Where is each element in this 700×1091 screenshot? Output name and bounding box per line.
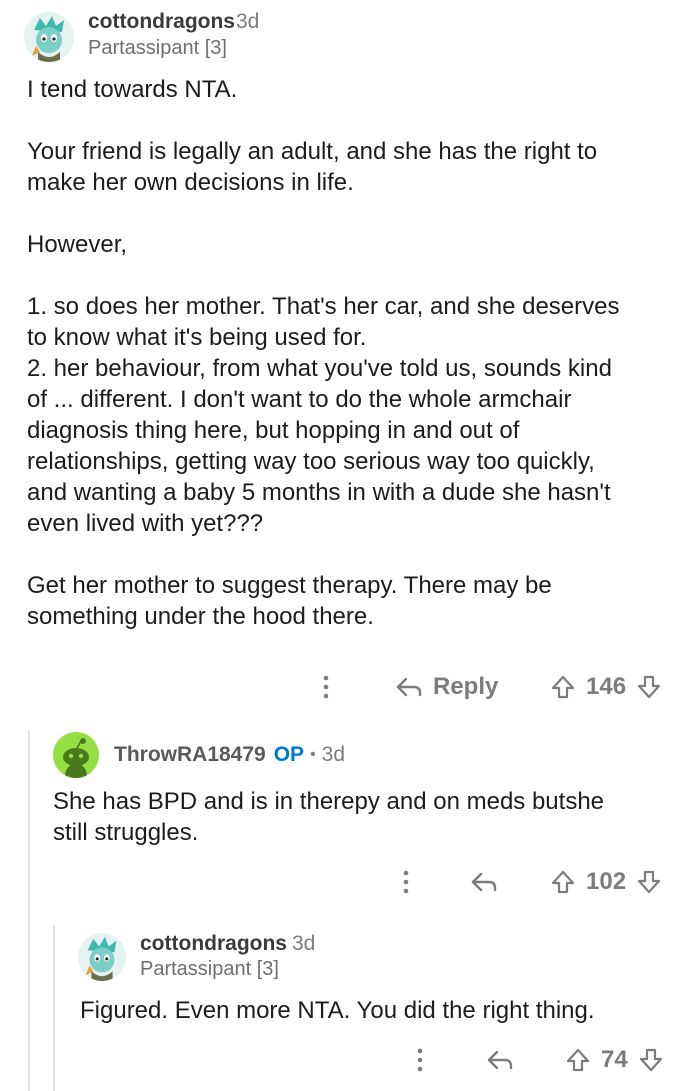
comment-meta: ThrowRA18479 OP • 3d [114, 743, 345, 767]
comment-body: I tend towards NTA. Your friend is legal… [27, 76, 620, 630]
upvote-icon[interactable] [550, 869, 576, 895]
comment-username[interactable]: cottondragons [140, 932, 287, 956]
reply-button[interactable]: Reply [395, 672, 498, 702]
reply-arrow-icon[interactable] [470, 871, 498, 893]
comment-body: Figured. Even more NTA. You did the righ… [80, 997, 595, 1024]
comment-username[interactable]: ThrowRA18479 [114, 743, 266, 767]
snoo-avatar-icon[interactable] [53, 732, 99, 778]
vote-controls: 102 [550, 867, 662, 897]
thread-line[interactable] [53, 925, 55, 1091]
thread-line[interactable] [28, 730, 30, 1091]
comment-age: 3d [321, 743, 346, 766]
vote-score: 102 [586, 868, 627, 895]
reply-label: Reply [433, 673, 499, 700]
dragon-avatar-icon[interactable] [78, 933, 126, 981]
meta-separator: • [310, 746, 316, 763]
upvote-icon[interactable] [550, 674, 576, 700]
vote-score: 74 [601, 1046, 628, 1073]
user-flair: Partassipant [3] [88, 37, 227, 59]
comment-age: 3d [236, 10, 260, 33]
comment-body: She has BPD and is in therepy and on med… [53, 788, 605, 846]
op-badge: OP [273, 743, 305, 766]
downvote-icon[interactable] [636, 869, 662, 895]
comment-age: 3d [292, 932, 316, 955]
reply-arrow-icon[interactable] [486, 1049, 514, 1071]
dragon-avatar-icon[interactable] [24, 12, 74, 62]
downvote-icon[interactable] [636, 674, 662, 700]
more-options-icon[interactable] [412, 1045, 428, 1075]
upvote-icon[interactable] [565, 1047, 591, 1073]
user-flair: Partassipant [3] [140, 958, 279, 980]
reply-arrow-icon [395, 676, 423, 698]
more-options-icon[interactable] [318, 672, 334, 702]
vote-controls: 146 [550, 672, 662, 702]
vote-controls: 74 [565, 1045, 664, 1075]
more-options-icon[interactable] [398, 867, 414, 897]
vote-score: 146 [586, 673, 627, 700]
comment-username[interactable]: cottondragons [88, 10, 235, 34]
downvote-icon[interactable] [638, 1047, 664, 1073]
